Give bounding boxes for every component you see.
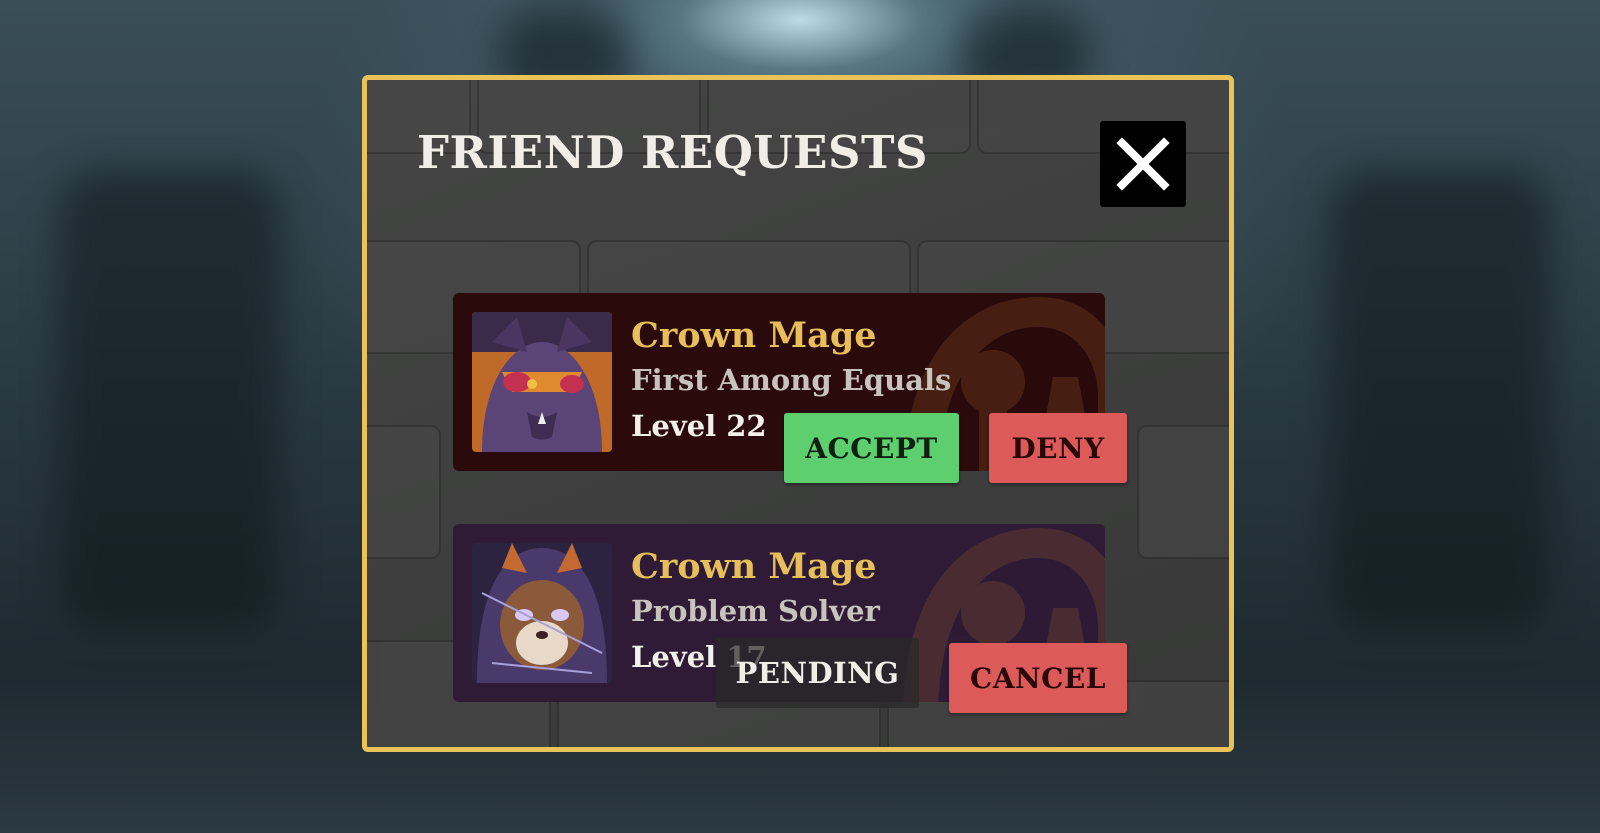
modal-title: FRIEND REQUESTS bbox=[417, 126, 928, 179]
cancel-button[interactable]: CANCEL bbox=[949, 643, 1127, 713]
avatar bbox=[472, 312, 612, 452]
player-level: Level 22 bbox=[631, 409, 767, 443]
player-title: First Among Equals bbox=[631, 363, 952, 397]
player-name: Crown Mage bbox=[631, 546, 877, 587]
accept-button[interactable]: ACCEPT bbox=[784, 413, 959, 483]
friend-requests-modal: FRIEND REQUESTS Crown Mage First Among E… bbox=[362, 75, 1234, 752]
close-icon bbox=[1116, 137, 1170, 191]
deny-button[interactable]: DENY bbox=[989, 413, 1127, 483]
player-name: Crown Mage bbox=[631, 315, 877, 356]
background-pillar-right bbox=[1330, 170, 1550, 630]
player-title: Problem Solver bbox=[631, 594, 880, 628]
background-pillar-left bbox=[60, 170, 280, 630]
pending-status-label: PENDING bbox=[716, 638, 919, 708]
avatar bbox=[472, 543, 612, 683]
close-button[interactable] bbox=[1100, 121, 1186, 207]
